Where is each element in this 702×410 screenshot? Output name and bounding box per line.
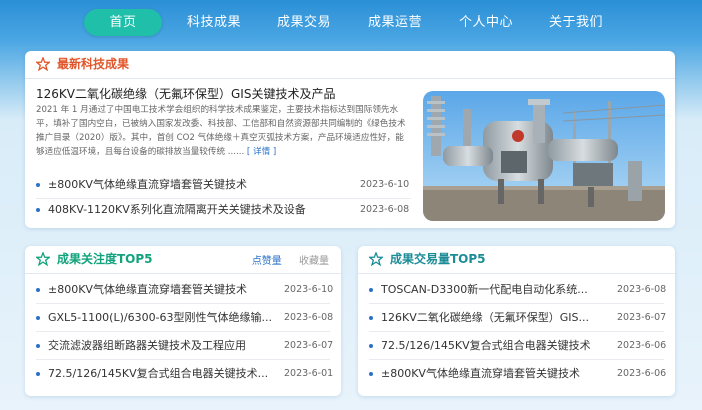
latest-card-title: 最新科技成果 xyxy=(57,57,130,71)
divider xyxy=(369,331,664,332)
list-item[interactable]: GXL5-1100(L)/6300-63型刚性气体绝缘输... 2023-6-0… xyxy=(36,310,336,326)
tab-likes[interactable]: 点赞量 xyxy=(252,256,282,267)
list-item-text: 72.5/126/145KV复合式组合电器关键技术... xyxy=(48,367,269,380)
list-item-date: 2023-6-06 xyxy=(617,368,667,379)
list-item-text: 408KV-1120KV系列化直流隔离开关关键技术及设备 xyxy=(48,203,306,216)
list-item[interactable]: 交流滤波器组断路器关键技术及工程应用 2023-6-07 xyxy=(36,338,336,354)
list-item-text: GXL5-1100(L)/6300-63型刚性气体绝缘输... xyxy=(48,311,273,324)
list-item[interactable]: ±800KV气体绝缘直流穿墙套管关键技术 2023-6-06 xyxy=(369,366,669,382)
list-item[interactable]: 72.5/126/145KV复合式组合电器关键技术... 2023-6-01 xyxy=(36,366,336,382)
substation-image xyxy=(423,91,665,221)
nav-personal-center[interactable]: 个人中心 xyxy=(447,9,525,36)
bullet-icon xyxy=(36,183,40,187)
list-item-text: 72.5/126/145KV复合式组合电器关键技术 xyxy=(381,339,591,352)
detail-link[interactable]: [ 详情 ] xyxy=(247,147,276,157)
nav-achievement-trade[interactable]: 成果交易 xyxy=(265,9,343,36)
divider xyxy=(36,331,330,332)
attention-top5-card: 成果关注度TOP5 点赞量 收藏量 ±800KV气体绝缘直流穿墙套管关键技术 2… xyxy=(25,246,341,396)
featured-photo[interactable] xyxy=(423,91,665,221)
list-item-date: 2023-6-10 xyxy=(360,179,410,190)
sort-tabs: 点赞量 收藏量 xyxy=(238,252,329,267)
star-icon xyxy=(36,252,50,266)
nav-about-us[interactable]: 关于我们 xyxy=(537,9,615,36)
list-item-date: 2023-6-10 xyxy=(284,284,334,295)
list-item-text: ±800KV气体绝缘直流穿墙套管关键技术 xyxy=(381,367,580,380)
attention-card-title: 成果关注度TOP5 xyxy=(57,252,153,266)
divider xyxy=(369,359,664,360)
list-item[interactable]: ±800KV气体绝缘直流穿墙套管关键技术 2023-6-10 xyxy=(36,177,421,193)
divider xyxy=(36,359,330,360)
bullet-icon xyxy=(369,372,373,376)
latest-achievements-card: 最新科技成果 126KV二氧化碳绝缘（无氟环保型）GIS关键技术及产品 2021… xyxy=(25,51,675,228)
nav-home[interactable]: 首页 xyxy=(84,9,162,36)
featured-title[interactable]: 126KV二氧化碳绝缘（无氟环保型）GIS关键技术及产品 xyxy=(36,85,335,102)
bullet-icon xyxy=(36,288,40,292)
trade-card-header: 成果交易量TOP5 xyxy=(358,246,675,274)
star-icon xyxy=(369,252,383,266)
bullet-icon xyxy=(369,316,373,320)
latest-card-header: 最新科技成果 xyxy=(25,51,675,79)
featured-description-text: 2021 年 1 月通过了中国电工技术学会组织的科学技术成果鉴定，主要技术指标达… xyxy=(36,105,406,157)
attention-card-header: 成果关注度TOP5 点赞量 收藏量 xyxy=(25,246,341,274)
list-item-date: 2023-6-08 xyxy=(360,204,410,215)
bullet-icon xyxy=(369,288,373,292)
bullet-icon xyxy=(36,208,40,212)
trade-card-title: 成果交易量TOP5 xyxy=(390,252,486,266)
divider xyxy=(36,198,411,199)
divider xyxy=(36,303,330,304)
list-item[interactable]: 126KV二氧化碳绝缘（无氟环保型）GIS... 2023-6-07 xyxy=(369,310,669,326)
list-item-date: 2023-6-07 xyxy=(617,312,667,323)
star-icon xyxy=(36,57,50,71)
list-item-date: 2023-6-07 xyxy=(284,340,334,351)
divider xyxy=(369,303,664,304)
list-item-text: TOSCAN-D3300新一代配电自动化系统... xyxy=(381,283,588,296)
list-item-text: ±800KV气体绝缘直流穿墙套管关键技术 xyxy=(48,178,247,191)
list-item-date: 2023-6-01 xyxy=(284,368,334,379)
bullet-icon xyxy=(36,344,40,348)
list-item[interactable]: ±800KV气体绝缘直流穿墙套管关键技术 2023-6-10 xyxy=(36,282,336,298)
list-item-date: 2023-6-06 xyxy=(617,340,667,351)
list-item-text: 126KV二氧化碳绝缘（无氟环保型）GIS... xyxy=(381,311,589,324)
nav-achievement-ops[interactable]: 成果运营 xyxy=(356,9,434,36)
list-item[interactable]: TOSCAN-D3300新一代配电自动化系统... 2023-6-08 xyxy=(369,282,669,298)
list-item-date: 2023-6-08 xyxy=(617,284,667,295)
featured-description: 2021 年 1 月通过了中国电工技术学会组织的科学技术成果鉴定，主要技术指标达… xyxy=(36,103,412,159)
bullet-icon xyxy=(36,316,40,320)
list-item-text: 交流滤波器组断路器关键技术及工程应用 xyxy=(48,339,246,352)
list-item-text: ±800KV气体绝缘直流穿墙套管关键技术 xyxy=(48,283,247,296)
list-item[interactable]: 72.5/126/145KV复合式组合电器关键技术 2023-6-06 xyxy=(369,338,669,354)
trade-top5-card: 成果交易量TOP5 TOSCAN-D3300新一代配电自动化系统... 2023… xyxy=(358,246,675,396)
bullet-icon xyxy=(369,344,373,348)
list-item[interactable]: 408KV-1120KV系列化直流隔离开关关键技术及设备 2023-6-08 xyxy=(36,202,421,218)
tab-favorites[interactable]: 收藏量 xyxy=(299,256,329,267)
bullet-icon xyxy=(36,372,40,376)
nav-tech-achievements[interactable]: 科技成果 xyxy=(175,9,253,36)
top-nav: 首页 科技成果 成果交易 成果运营 个人中心 关于我们 xyxy=(0,0,702,46)
list-item-date: 2023-6-08 xyxy=(284,312,334,323)
